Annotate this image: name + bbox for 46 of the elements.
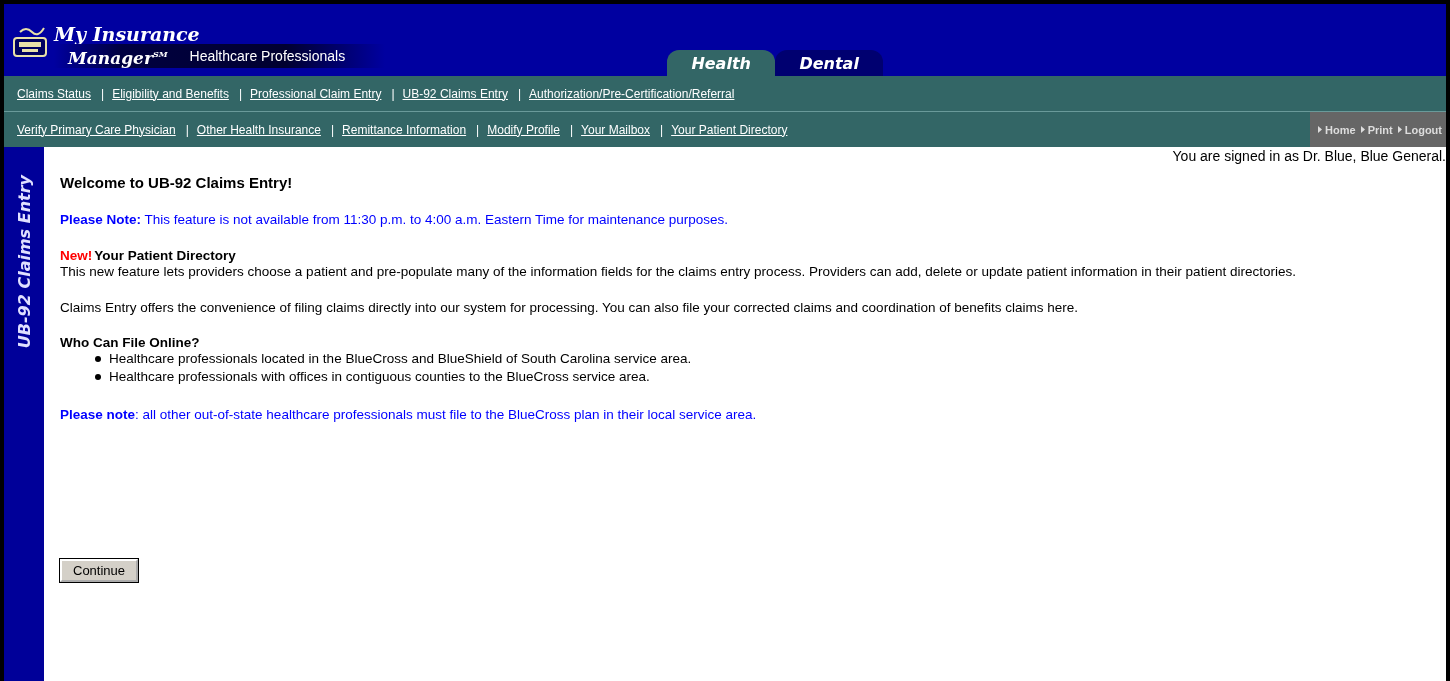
list-item: Healthcare professionals with offices in contiguous counties to the BlueCross service area.: [109, 368, 650, 386]
bullet-icon: [95, 374, 101, 380]
out-of-state-note: Please note: all other out-of-state healthcare professionals must file to the BlueCross plan in their local service area.: [60, 407, 758, 422]
nav-link[interactable]: Your Patient Directory: [671, 122, 792, 137]
new-label: New!: [60, 248, 93, 263]
tab[interactable]: Dental: [775, 50, 884, 76]
maintenance-note: Please Note: This feature is not available from 11:30 p.m. to 4:00 a.m. Eastern Time for maintenance purposes.: [60, 212, 730, 227]
nav-link[interactable]: Authorization/Pre-Certification/Referral: [529, 86, 739, 101]
nav-link[interactable]: Verify Primary Care Physician: [17, 122, 180, 137]
logo-title: Manager$^{SM}$: [66, 47, 168, 68]
separator: |: [517, 86, 521, 101]
nav-link[interactable]: Modify Profile: [487, 122, 564, 137]
section-heading: Who Can File Online?: [60, 335, 201, 350]
signed-in-text: You are signed in as Dr. Blue, Blue General.: [1172, 148, 1446, 164]
nav-link[interactable]: Remittance Information: [342, 122, 471, 137]
feature-description: This new feature lets providers choose a patient and pre-populate many of the information fields for the claims entry process. Providers can add, delete or update patient information in their patient directories.: [60, 263, 1297, 281]
nav-link[interactable]: UB-92 Claims Entry: [402, 86, 512, 101]
triangle-icon: [1360, 126, 1365, 133]
sidebar-title: UB-92 Claims Entry: [14, 175, 34, 349]
triangle-icon: [1318, 126, 1323, 133]
separator: |: [101, 86, 105, 101]
nav-link[interactable]: Claims Status: [17, 86, 96, 101]
tab[interactable]: Health: [667, 50, 776, 76]
triangle-icon: [1397, 126, 1402, 133]
page-heading: Welcome to UB-92 Claims Entry!: [60, 174, 294, 191]
feature-title: Your Patient Directory: [94, 248, 236, 263]
separator: |: [330, 122, 335, 137]
utility-link[interactable]: Print: [1360, 123, 1393, 136]
separator: |: [238, 86, 242, 101]
nav-link[interactable]: Other Health Insurance: [196, 122, 325, 137]
separator: |: [569, 122, 574, 137]
intro-text: Claims Entry offers the convenience of filing claims directly into our system for processing. You can also file your corrected claims and coordination of benefits claims here.: [60, 299, 1079, 317]
nav-link[interactable]: Eligibility and Benefits: [112, 86, 233, 101]
utility-link[interactable]: Home: [1318, 123, 1356, 136]
separator: |: [660, 122, 664, 137]
logo-title: My Insurance: [54, 24, 201, 45]
continue-button[interactable]: Continue: [60, 559, 139, 582]
nav-link[interactable]: Professional Claim Entry: [250, 86, 386, 101]
separator: |: [476, 122, 480, 137]
separator: |: [185, 122, 189, 137]
separator: |: [391, 86, 395, 101]
logo-subtitle: Healthcare Professionals: [189, 48, 346, 65]
utility-link[interactable]: Logout: [1397, 123, 1442, 136]
nav-link[interactable]: Your Mailbox: [581, 122, 654, 137]
list-item: Healthcare professionals located in the BlueCross and BlueShield of South Carolina service area.: [109, 350, 692, 368]
bullet-icon: [95, 356, 101, 362]
